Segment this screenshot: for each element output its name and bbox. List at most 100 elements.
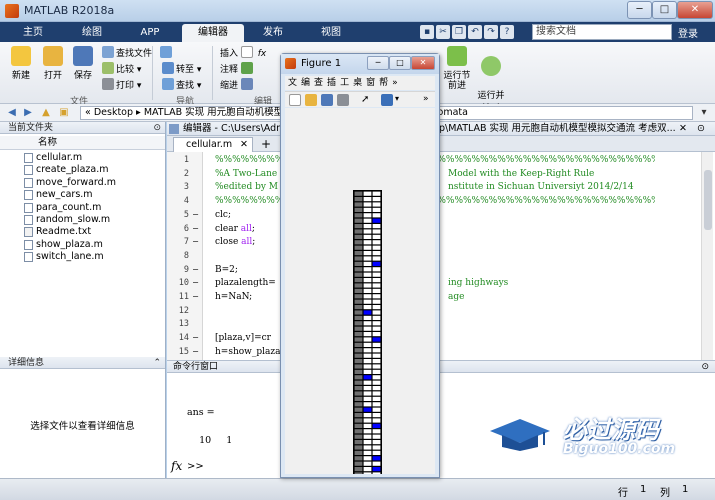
path-dropdown-icon[interactable]: ▾ [698,107,710,119]
undo-icon[interactable]: ↶ [468,25,482,39]
cut-icon[interactable]: ✂ [436,25,450,39]
breakpoint-marker[interactable]: — [193,278,198,288]
figure-menu-item[interactable]: 插 [327,76,336,90]
name-column-header[interactable]: 名称 [0,136,165,150]
new-figure-icon[interactable] [289,94,301,106]
figure-menu-item[interactable]: 帮 [379,76,388,90]
file-item[interactable]: move_forward.m [0,177,165,189]
figure-menu-item[interactable]: 工 [340,76,349,90]
find-files-icon [102,46,114,58]
tab-editor[interactable]: 编辑器 [182,24,244,42]
file-item[interactable]: random_slow.m [0,214,165,226]
file-item[interactable]: cellular.m [0,152,165,164]
find-files-button[interactable]: 查找文件 [102,46,152,59]
tab-publish[interactable]: 发布 [246,24,300,42]
navigate-back-button[interactable] [160,46,174,59]
figure-menu-item[interactable]: 查 [314,76,323,90]
road-cell [363,326,372,331]
help-icon[interactable]: ? [500,25,514,39]
editor-scrollbar[interactable] [701,152,713,360]
back-arrow-icon[interactable]: ◀ [6,107,18,119]
insert-button[interactable]: 插入 fx [220,46,266,59]
menu-overflow-icon[interactable]: » [392,76,398,90]
blocked-cell [354,191,363,196]
file-item[interactable]: Readme.txt [0,226,165,238]
breakpoint-marker[interactable]: — [193,224,198,234]
breakpoint-marker[interactable]: — [193,333,198,343]
scrollbar-thumb[interactable] [704,170,712,230]
road-cell [372,445,381,450]
editor-menu-icon[interactable]: ⊙ [697,122,705,135]
compare-button[interactable]: 比较 ▾ [102,62,141,75]
road-cell [372,288,381,293]
toolbar-overflow-icon[interactable]: » [423,94,435,106]
compare-label: 比较 [116,65,135,75]
file-item[interactable]: new_cars.m [0,189,165,201]
tab-app[interactable]: APP [122,24,178,42]
minimize-button[interactable]: ─ [627,1,652,19]
road-cell [363,218,372,223]
figure-close-button[interactable]: ✕ [411,56,435,70]
goto-button[interactable]: 转至 ▾ [162,62,201,75]
figure-menu-item[interactable]: 文 [288,76,297,90]
road-cell [372,391,381,396]
forward-arrow-icon[interactable]: ▶ [22,107,34,119]
close-editor-icon[interactable]: ✕ [679,122,687,135]
tab-home[interactable]: 主页 [8,24,58,42]
tab-plots[interactable]: 绘图 [62,24,122,42]
print-button[interactable]: 打印 ▾ [102,78,141,91]
breakpoint-marker[interactable]: — [193,237,198,247]
file-item[interactable]: show_plaza.m [0,239,165,251]
road-cell [372,299,381,304]
figure-menu-item[interactable]: 编 [301,76,310,90]
figure-menu-item[interactable]: 桌 [353,76,362,90]
folder-up-icon[interactable]: ▲ [40,107,52,119]
line-number: 5 [183,209,189,220]
find-button[interactable]: 查找 ▾ [162,78,201,91]
row-label: 行 [618,488,628,499]
chevron-up-icon[interactable]: ⌃ [153,357,161,369]
breakpoint-marker[interactable]: — [193,347,198,357]
figure-menu-item[interactable]: 窗 [366,76,375,90]
breakpoint-marker[interactable]: — [193,265,198,275]
save-figure-icon[interactable] [321,94,333,106]
breakpoint-marker[interactable]: — [193,210,198,220]
indent-button[interactable]: 缩进 [220,78,255,91]
close-tab-icon[interactable]: ✕ [240,138,248,152]
figure-title-bar[interactable]: Figure 1 ─ □ ✕ [281,54,439,74]
tab-view[interactable]: 视图 [304,24,358,42]
comment-button[interactable]: 注释 [220,62,255,75]
print-figure-icon[interactable] [337,94,349,106]
road-cell [372,229,381,234]
browse-folder-icon[interactable]: ▣ [58,107,70,119]
file-item[interactable]: switch_lane.m [0,251,165,263]
line-number: 8 [183,250,189,261]
new-tab-button[interactable]: + [261,137,271,151]
close-button[interactable]: ✕ [677,1,713,19]
editor-tab-cellular[interactable]: cellular.m ✕ [173,137,253,152]
road-cell [372,375,381,380]
figure-window[interactable]: Figure 1 ─ □ ✕ 文编查插工桌窗帮 » ➚ ▾ » [280,53,440,478]
save-button[interactable]: 保存 [68,46,98,81]
open-file-icon[interactable] [305,94,317,106]
search-documentation-input[interactable]: 搜索文档 [532,24,672,40]
new-button[interactable]: 新建 [6,46,36,81]
file-item[interactable]: create_plaza.m [0,164,165,176]
file-item[interactable]: para_count.m [0,202,165,214]
figure-minimize-button[interactable]: ─ [367,56,389,70]
brush-icon[interactable] [381,94,393,106]
panel-menu-icon[interactable]: ⊙ [153,122,161,134]
maximize-button[interactable]: □ [652,1,677,19]
figure-maximize-button[interactable]: □ [389,56,411,70]
advance-button[interactable]: 前进 [440,72,474,91]
save-icon[interactable]: ▪ [420,25,434,39]
login-link[interactable]: 登录 [678,25,698,40]
open-button[interactable]: 打开 [38,46,68,81]
redo-icon[interactable]: ↷ [484,25,498,39]
panel-menu-icon[interactable]: ⊙ [701,361,709,373]
chevron-down-icon[interactable]: ▾ [395,94,407,106]
pointer-icon[interactable]: ➚ [361,94,373,106]
fx-icon[interactable]: fx [171,459,182,473]
breakpoint-marker[interactable]: — [193,292,198,302]
copy-icon[interactable]: ❐ [452,25,466,39]
